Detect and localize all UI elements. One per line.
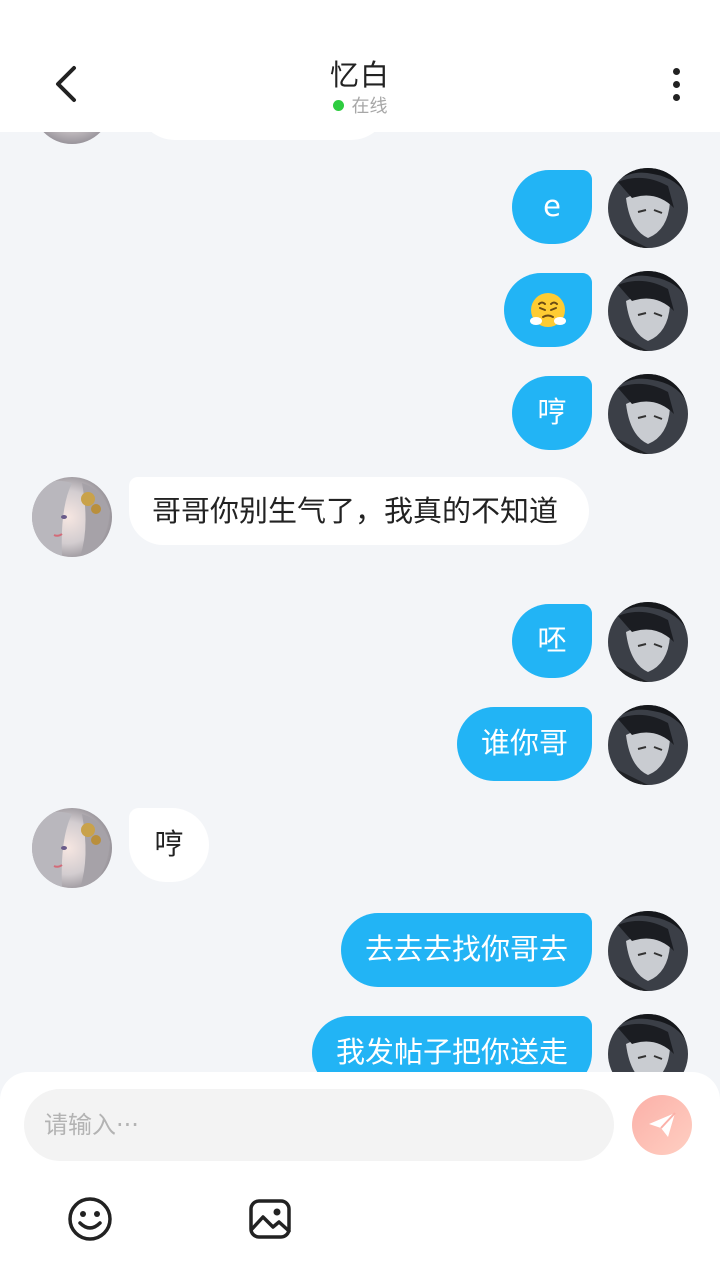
status-text: 在线 [351, 96, 388, 117]
face-with-steam-from-nose-icon [530, 293, 566, 327]
online-dot-icon [332, 99, 344, 111]
avatar-me[interactable] [608, 1014, 688, 1072]
emoji-button[interactable] [66, 1195, 114, 1243]
message-bubble-mine[interactable]: e [512, 170, 592, 244]
avatar-me[interactable] [608, 602, 688, 682]
message-bubble-partial [137, 132, 389, 140]
composer [0, 1072, 720, 1280]
message-bubble-mine[interactable]: 呸 [512, 604, 592, 678]
more-dot-icon [672, 80, 680, 88]
message-input-container[interactable] [24, 1089, 614, 1161]
avatar-her[interactable] [32, 132, 112, 144]
online-status: 在线 [0, 92, 720, 118]
message-bubble-theirs[interactable]: 哥哥你别生气了，我真的不知道 [129, 477, 589, 545]
message-bubble-mine[interactable]: 我发帖子把你送走 [311, 1016, 592, 1072]
avatar-me[interactable] [608, 271, 688, 351]
avatar-me[interactable] [608, 705, 688, 785]
emoji-icon [68, 1197, 112, 1241]
send-button[interactable] [632, 1095, 692, 1155]
avatar-her[interactable] [32, 808, 112, 888]
chat-header: 忆白 在线 [0, 0, 720, 132]
more-dot-icon [672, 67, 680, 75]
message-bubble-mine[interactable]: 谁你哥 [456, 707, 592, 781]
message-input[interactable] [44, 1111, 594, 1139]
message-bubble-mine[interactable]: 哼 [512, 376, 592, 450]
message-bubble-theirs[interactable]: 哼 [129, 808, 209, 882]
avatar-me[interactable] [608, 374, 688, 454]
chat-title: 忆白 [329, 58, 390, 92]
avatar-me[interactable] [608, 911, 688, 991]
image-icon [249, 1199, 291, 1239]
more-dot-icon [672, 93, 680, 101]
avatar-her[interactable] [32, 477, 112, 557]
more-options-button[interactable] [660, 62, 692, 106]
message-list[interactable]: e 哼 哥哥你别生气了，我真的不知道 呸 谁你哥 哼 去去去找你哥去 我发帖子把… [0, 132, 720, 1072]
image-button[interactable] [246, 1195, 294, 1243]
message-bubble-mine[interactable]: 去去去找你哥去 [340, 913, 592, 987]
avatar-me[interactable] [608, 168, 688, 248]
message-bubble-mine[interactable] [504, 273, 592, 347]
paper-plane-icon [649, 1112, 676, 1137]
